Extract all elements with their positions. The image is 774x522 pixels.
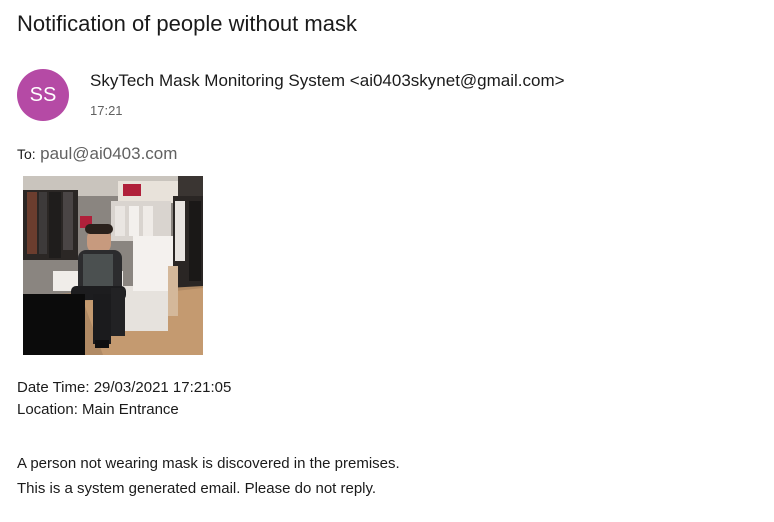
event-details: Date Time: 29/03/2021 17:21:05 Location:… [17,377,231,421]
attached-camera-photo[interactable] [23,176,203,355]
email-subject: Notification of people without mask [17,11,357,36]
body-line-1: A person not wearing mask is discovered … [17,455,400,472]
datetime-line: Date Time: 29/03/2021 17:21:05 [17,379,232,396]
to-label: To: [17,146,36,162]
sender-name-address[interactable]: SkyTech Mask Monitoring System <ai0403sk… [90,71,565,91]
sender-avatar[interactable]: SS [17,69,69,121]
received-time: 17:21 [90,103,123,118]
recipient-row: To: paul@ai0403.com [17,144,177,164]
body-line-2: This is a system generated email. Please… [17,480,377,497]
message-body: A person not wearing mask is discovered … [17,451,400,501]
recipient-address[interactable]: paul@ai0403.com [40,144,177,163]
photo-store-scene [23,176,203,355]
location-line: Location: Main Entrance [17,401,179,418]
